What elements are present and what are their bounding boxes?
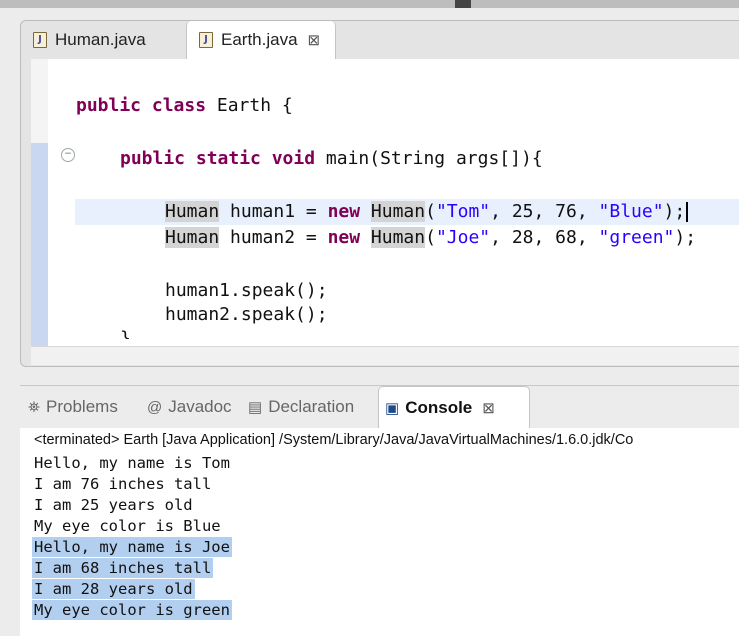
window-top-strip <box>0 0 739 8</box>
code-line-class: public class Earth { <box>76 95 293 116</box>
code-editor[interactable]: − public class Earth { public static voi… <box>31 59 739 346</box>
view-tab-bar: ⛯ Problems @ Javadoc ▤ Declaration ▣ Con… <box>20 386 739 428</box>
tab-label: Declaration <box>268 397 355 416</box>
tab-label: Javadoc <box>168 397 232 416</box>
code-line-human1: Human human1 = new Human("Tom", 25, 76, … <box>165 200 689 224</box>
tab-console[interactable]: ▣ Console ⊠ <box>378 386 530 428</box>
console-icon: ▣ <box>385 399 400 417</box>
tab-label: Human.java <box>55 30 146 49</box>
console-panel: ⛯ Problems @ Javadoc ▤ Declaration ▣ Con… <box>20 385 739 636</box>
fold-collapse-icon[interactable]: − <box>61 148 75 162</box>
console-line-selected: I am 68 inches tall <box>32 558 214 578</box>
at-icon: @ <box>147 398 163 416</box>
console-line-selected: My eye color is green <box>32 600 232 620</box>
problems-icon: ⛯ <box>28 398 41 416</box>
tab-label: Earth.java <box>221 30 298 49</box>
tab-human-java[interactable]: J Human.java <box>21 21 186 59</box>
code-line-human2: Human human2 = new Human("Joe", 28, 68, … <box>165 227 697 248</box>
declaration-icon: ▤ <box>248 399 263 416</box>
console-line-selected: I am 28 years old <box>32 579 195 599</box>
text-caret <box>686 202 689 222</box>
java-file-icon: J <box>33 32 47 48</box>
tab-javadoc[interactable]: @ Javadoc <box>147 386 232 428</box>
toolbar-knob <box>455 0 471 8</box>
tab-declaration[interactable]: ▤ Declaration <box>248 386 354 428</box>
tab-problems[interactable]: ⛯ Problems <box>28 386 118 428</box>
editor-panel: J Human.java J Earth.java ⊠ − public cla… <box>20 20 739 367</box>
code-line-speak1: human1.speak(); <box>165 280 328 301</box>
console-output[interactable]: <terminated> Earth [Java Application] /S… <box>20 428 739 636</box>
close-tab-icon[interactable]: ⊠ <box>308 31 321 49</box>
tab-label: Console <box>405 397 473 417</box>
code-line-speak2: human2.speak(); <box>165 304 328 325</box>
close-tab-icon[interactable]: ⊠ <box>482 399 495 417</box>
console-line-selected: Hello, my name is Joe <box>32 537 232 557</box>
ruler-scope-marker <box>31 143 48 346</box>
editor-horizontal-scrollbar[interactable] <box>31 346 739 365</box>
code-line-main: public static void main(String args[]){ <box>120 148 543 169</box>
console-line: I am 25 years old <box>34 496 193 514</box>
tab-earth-java[interactable]: J Earth.java ⊠ <box>186 21 336 59</box>
code-line-closing-brace: } <box>120 328 131 339</box>
terminated-status: <terminated> Earth [Java Application] /S… <box>34 432 634 448</box>
console-line: My eye color is Blue <box>34 517 221 535</box>
tab-label: Problems <box>46 397 118 416</box>
java-file-icon: J <box>199 32 213 48</box>
console-line: Hello, my name is Tom <box>34 454 230 472</box>
console-line: I am 76 inches tall <box>34 475 212 493</box>
